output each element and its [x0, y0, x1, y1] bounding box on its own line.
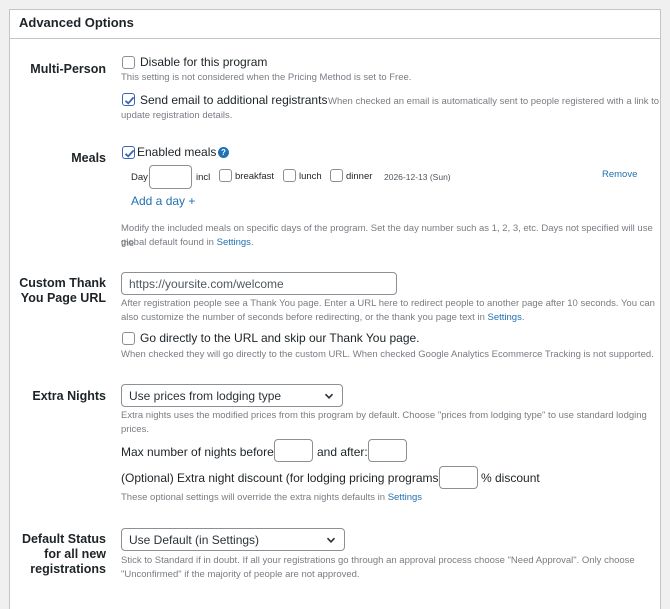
default-status-desc-1: Stick to Standard if in doubt. If all yo… — [121, 555, 635, 566]
skip-thank-you-label: Go directly to the URL and skip our Than… — [140, 331, 420, 345]
breakfast-label: breakfast — [235, 171, 275, 182]
enabled-meals-checkbox[interactable] — [122, 146, 135, 159]
remove-meal-day-link[interactable]: Remove — [602, 169, 637, 180]
disable-program-checkbox[interactable] — [122, 56, 135, 69]
extra-night-discount-input[interactable] — [439, 466, 478, 489]
max-nights-before-input[interactable] — [274, 439, 313, 462]
check-icon — [124, 96, 135, 105]
skip-thank-you-checkbox[interactable] — [122, 332, 135, 345]
skip-thank-you-desc: When checked they will go directly to th… — [121, 349, 654, 360]
thank-you-url-input[interactable]: https://yoursite.com/welcome — [121, 272, 397, 295]
enabled-meals-label: Enabled meals — [137, 145, 217, 159]
extra-nights-desc-1: Extra nights uses the modified prices fr… — [121, 410, 647, 421]
extra-nights-desc-2: prices. — [121, 424, 149, 435]
advanced-options-panel: Advanced Options Multi-Person Disable fo… — [9, 9, 661, 609]
multi-person-label: Multi-Person — [30, 62, 106, 76]
meal-day-label: Day — [131, 172, 148, 183]
thank-you-label-line-2: You Page URL — [20, 291, 106, 305]
panel-title: Advanced Options — [10, 10, 660, 39]
extra-nights-label: Extra Nights — [32, 389, 106, 403]
breakfast-checkbox[interactable] — [219, 169, 232, 182]
dinner-label: dinner — [346, 171, 373, 182]
max-nights-after-input[interactable] — [368, 439, 407, 462]
meals-label: Meals — [71, 151, 106, 165]
thank-you-settings-link[interactable]: Settings — [488, 312, 522, 323]
disable-program-desc: This setting is not considered when the … — [121, 72, 412, 83]
extra-night-discount-label: (Optional) Extra night discount (for lod… — [121, 471, 446, 485]
lunch-checkbox[interactable] — [283, 169, 296, 182]
extra-nights-select[interactable]: Use prices from lodging type — [121, 384, 343, 407]
extra-nights-override-desc: These optional settings will override th… — [121, 492, 423, 503]
max-nights-after-label: and after: — [317, 445, 368, 459]
help-icon[interactable]: ? — [218, 147, 229, 158]
meals-settings-link[interactable]: Settings — [217, 237, 251, 248]
lunch-label: lunch — [299, 171, 322, 182]
chevron-down-icon — [324, 393, 334, 399]
meal-date-text: 2026-12-13 (Sun) — [384, 172, 451, 182]
send-email-checkbox[interactable] — [122, 93, 135, 106]
default-status-label-line-1: Default Status — [21, 532, 106, 546]
send-email-label: Send email to additional registrants — [140, 93, 328, 107]
default-status-desc-2: "Unconfirmed" if the majority of people … — [121, 569, 360, 580]
meals-desc-2: global default found in Settings. — [121, 237, 254, 248]
extra-nights-settings-link[interactable]: Settings — [388, 492, 422, 503]
max-nights-before-label: Max number of nights before: — [121, 445, 278, 459]
default-status-label: Default Status for all new registrations — [10, 532, 106, 577]
thank-you-label: Custom Thank You Page URL — [10, 276, 106, 306]
extra-nights-select-value: Use prices from lodging type — [129, 389, 282, 403]
thank-you-desc-1: After registration people see a Thank Yo… — [121, 298, 655, 309]
thank-you-desc-2: also customize the number of seconds bef… — [121, 312, 525, 323]
extra-night-discount-suffix: % discount — [481, 471, 540, 485]
meal-incl-label: incl — [196, 172, 211, 183]
default-status-select[interactable]: Use Default (in Settings) — [121, 528, 345, 551]
disable-program-label: Disable for this program — [140, 55, 268, 69]
default-status-select-value: Use Default (in Settings) — [129, 533, 260, 547]
dinner-checkbox[interactable] — [330, 169, 343, 182]
send-email-desc-2: update registration details. — [121, 110, 233, 121]
send-email-desc-1: When checked an email is automatically s… — [328, 96, 660, 107]
meal-day-input[interactable] — [149, 165, 192, 189]
add-day-link[interactable]: Add a day + — [131, 194, 195, 208]
default-status-label-line-3: registrations — [30, 562, 106, 576]
check-icon — [124, 149, 135, 158]
default-status-label-line-2: for all new — [44, 547, 106, 561]
chevron-down-icon — [326, 537, 336, 543]
thank-you-label-line-1: Custom Thank — [19, 276, 106, 290]
